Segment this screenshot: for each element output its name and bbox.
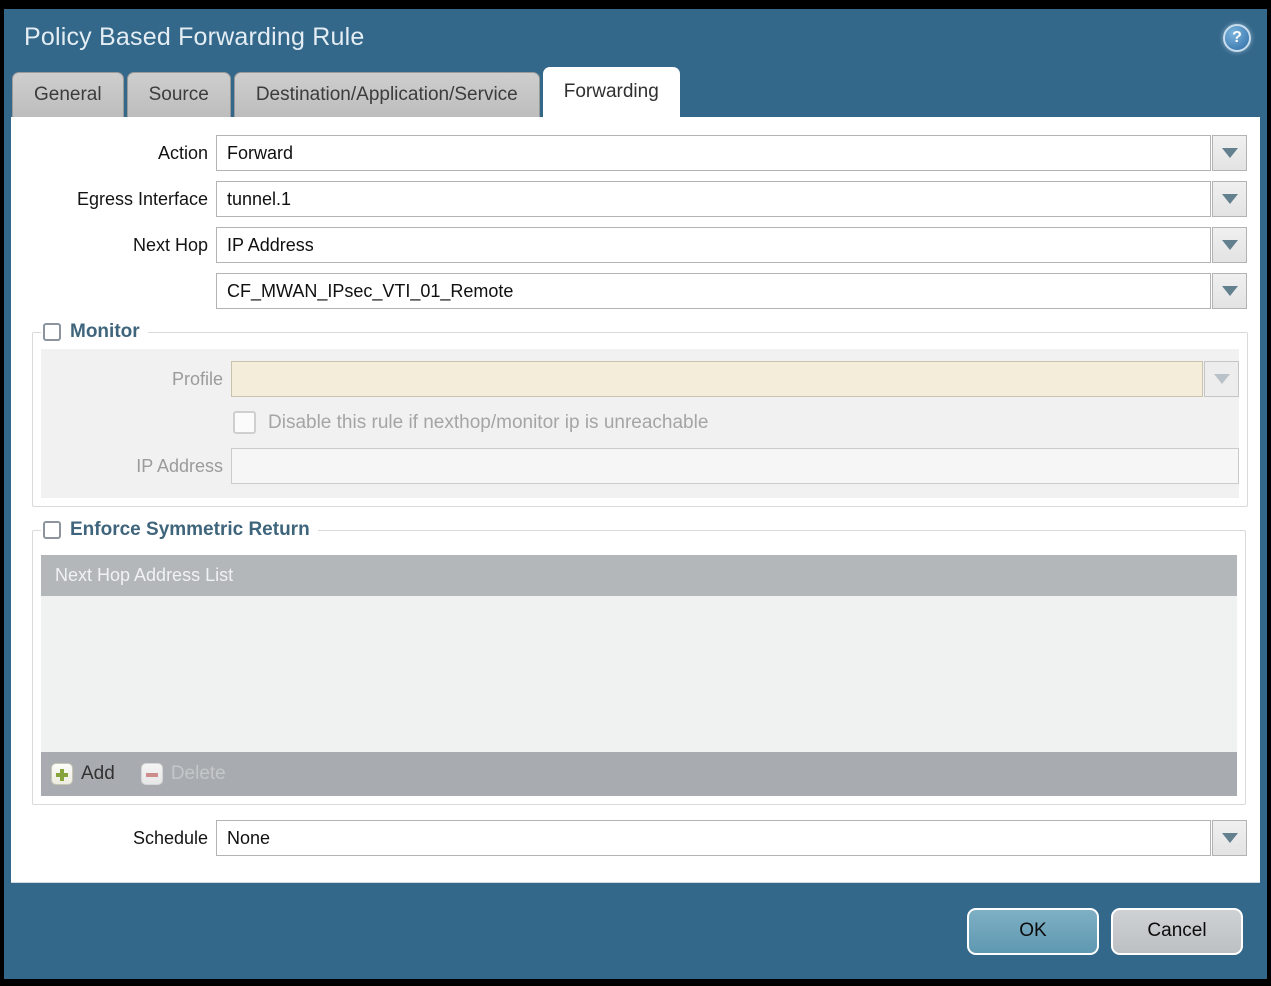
add-button[interactable]: Add <box>51 763 115 785</box>
chevron-down-icon <box>1221 148 1238 158</box>
next-hop-address-row: CF_MWAN_IPsec_VTI_01_Remote <box>11 273 1260 309</box>
cancel-button[interactable]: Cancel <box>1111 907 1243 955</box>
plus-icon <box>51 763 73 785</box>
help-glyph: ? <box>1232 28 1242 46</box>
next-hop-value: IP Address <box>227 234 314 255</box>
egress-interface-row: Egress Interface tunnel.1 <box>11 181 1260 217</box>
egress-interface-dropdown-button[interactable] <box>1212 181 1247 217</box>
next-hop-dropdown-button[interactable] <box>1212 227 1247 263</box>
profile-label: Profile <box>171 368 223 389</box>
next-hop-label: Next Hop <box>132 234 208 255</box>
chevron-down-icon <box>1221 194 1238 204</box>
profile-row: Profile <box>41 361 1239 397</box>
schedule-label: Schedule <box>132 827 208 848</box>
symmetric-return-title: Enforce Symmetric Return <box>70 519 310 540</box>
next-hop-address-value: CF_MWAN_IPsec_VTI_01_Remote <box>227 280 514 301</box>
symmetric-return-section: Enforce Symmetric Return Next Hop Addres… <box>32 519 1246 805</box>
next-hop-combobox: IP Address <box>216 227 1247 263</box>
help-icon[interactable]: ? <box>1223 23 1251 52</box>
chevron-down-icon <box>1221 286 1238 296</box>
dialog-footer: OK Cancel <box>4 883 1267 979</box>
next-hop-address-list[interactable] <box>41 596 1237 752</box>
monitor-legend: Monitor <box>41 321 148 343</box>
next-hop-row: Next Hop IP Address <box>11 227 1260 263</box>
minus-icon <box>140 763 163 785</box>
tab-bar: General Source Destination/Application/S… <box>4 66 1267 117</box>
schedule-dropdown-button[interactable] <box>1212 820 1247 856</box>
delete-button: Delete <box>140 763 226 785</box>
symmetric-return-legend: Enforce Symmetric Return <box>41 519 318 541</box>
chevron-down-icon <box>1213 374 1230 384</box>
action-dropdown-button[interactable] <box>1212 135 1247 171</box>
disable-rule-row: Disable this rule if nexthop/monitor ip … <box>233 411 1239 434</box>
table-toolbar: Add Delete <box>41 752 1237 796</box>
next-hop-address-dropdown-button[interactable] <box>1212 273 1247 309</box>
egress-interface-value: tunnel.1 <box>227 188 292 209</box>
schedule-select[interactable]: None <box>216 820 1211 856</box>
pbf-rule-dialog: Policy Based Forwarding Rule ? General S… <box>0 0 1271 986</box>
schedule-row: Schedule None <box>11 820 1260 856</box>
monitor-ip-label: IP Address <box>136 455 223 476</box>
monitor-checkbox[interactable] <box>43 323 61 341</box>
disable-rule-label: Disable this rule if nexthop/monitor ip … <box>268 411 709 433</box>
action-label: Action <box>157 142 208 163</box>
chevron-down-icon <box>1221 833 1238 843</box>
monitor-ip-row: IP Address <box>41 448 1239 484</box>
monitor-ip-input <box>231 448 1239 484</box>
next-hop-address-table: Next Hop Address List Add Delete <box>41 555 1237 796</box>
page-title: Policy Based Forwarding Rule <box>24 23 365 51</box>
egress-interface-label: Egress Interface <box>76 188 208 209</box>
egress-interface-select[interactable]: tunnel.1 <box>216 181 1211 217</box>
forwarding-tab-panel: Action Forward Egress Interface tunnel.1 <box>11 117 1260 883</box>
schedule-value: None <box>227 827 271 848</box>
action-row: Action Forward <box>11 135 1260 171</box>
chevron-down-icon <box>1221 240 1238 250</box>
monitor-panel: Profile Disable this rule if nexthop/mon… <box>41 349 1239 498</box>
profile-combobox <box>231 361 1239 397</box>
action-value: Forward <box>227 142 294 163</box>
action-combobox: Forward <box>216 135 1247 171</box>
disable-rule-checkbox <box>233 411 256 434</box>
table-header: Next Hop Address List <box>41 555 1237 596</box>
next-hop-address-combobox: CF_MWAN_IPsec_VTI_01_Remote <box>216 273 1247 309</box>
egress-interface-combobox: tunnel.1 <box>216 181 1247 217</box>
delete-button-label: Delete <box>170 763 226 784</box>
ok-button[interactable]: OK <box>967 907 1099 955</box>
add-button-label: Add <box>81 763 115 784</box>
profile-dropdown-button <box>1204 361 1239 397</box>
monitor-title: Monitor <box>70 321 140 342</box>
schedule-combobox: None <box>216 820 1247 856</box>
next-hop-select[interactable]: IP Address <box>216 227 1211 263</box>
monitor-section: Monitor Profile Disable this rule if nex… <box>32 321 1248 507</box>
tab-forwarding[interactable]: Forwarding <box>542 67 680 117</box>
tab-general[interactable]: General <box>12 72 124 117</box>
tab-destination-application-service[interactable]: Destination/Application/Service <box>233 72 540 117</box>
profile-select <box>231 361 1203 397</box>
title-bar: Policy Based Forwarding Rule ? <box>4 9 1267 66</box>
action-select[interactable]: Forward <box>216 135 1211 171</box>
next-hop-address-select[interactable]: CF_MWAN_IPsec_VTI_01_Remote <box>216 273 1211 309</box>
tab-source[interactable]: Source <box>126 72 231 117</box>
symmetric-return-checkbox[interactable] <box>43 521 61 539</box>
